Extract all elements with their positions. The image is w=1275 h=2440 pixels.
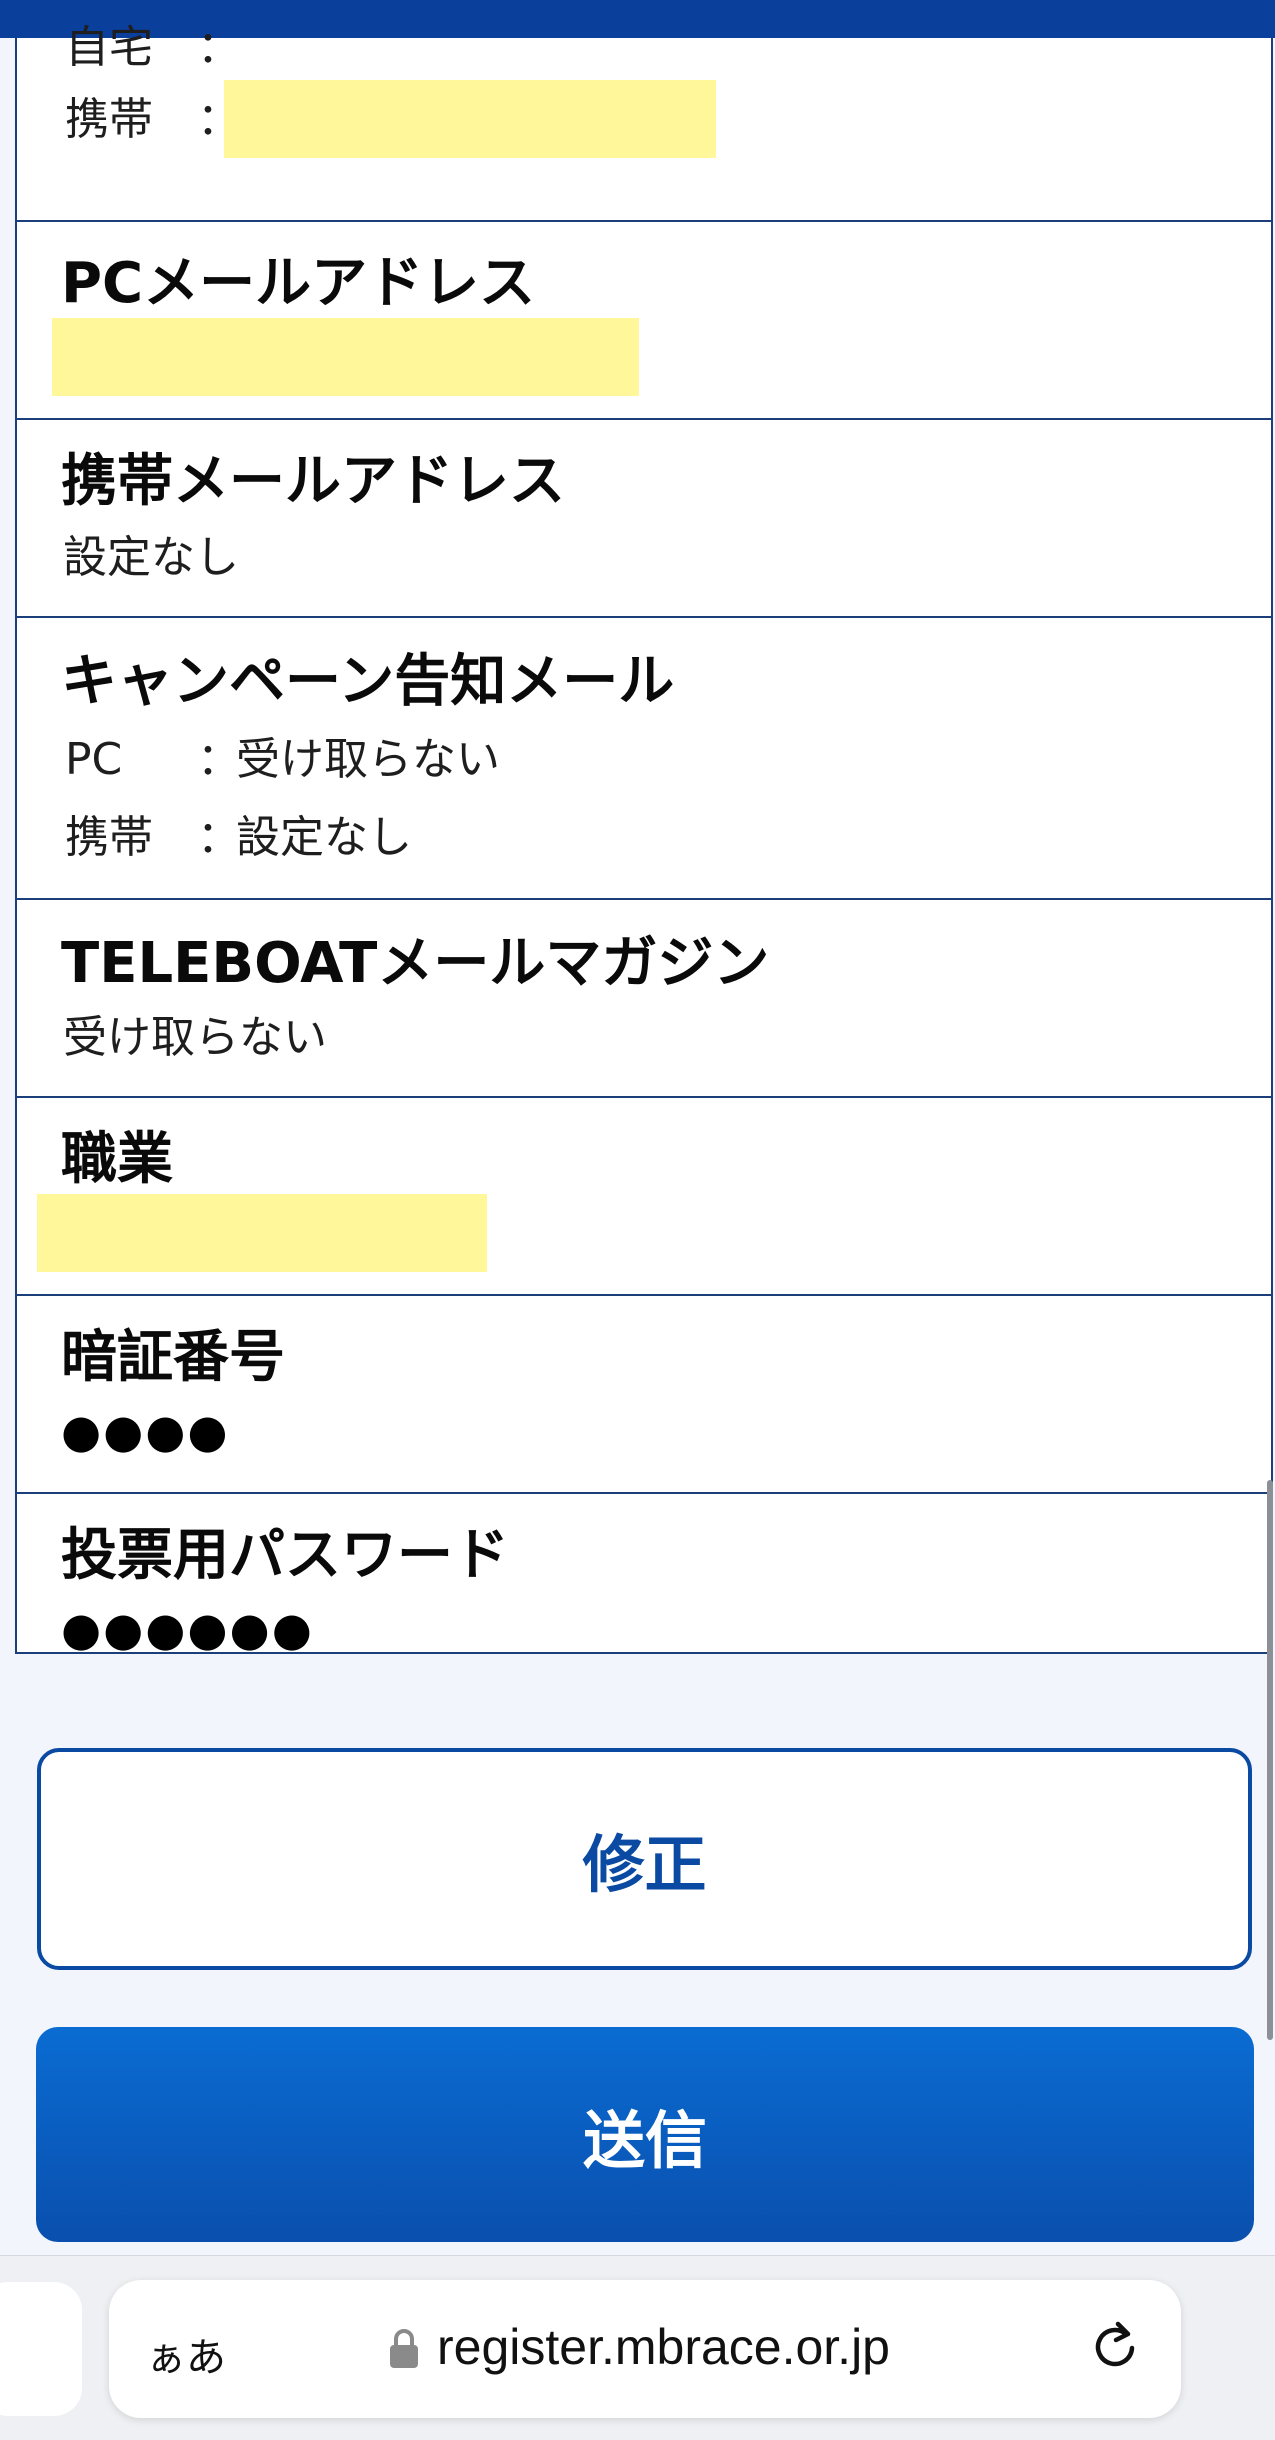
teleboat-magazine-value: 受け取らない bbox=[63, 1012, 327, 1063]
campaign-pc-label: PC bbox=[65, 734, 123, 785]
mobile-email-label: 携帯メールアドレス bbox=[61, 449, 565, 514]
campaign-mail-label: キャンペーン告知メール bbox=[61, 649, 675, 714]
mobile-phone-label: 携帯 bbox=[65, 94, 153, 145]
vote-password-label: 投票用パスワード bbox=[61, 1523, 509, 1588]
campaign-mobile-value: 設定なし bbox=[236, 812, 412, 863]
home-phone-colon: ： bbox=[197, 22, 241, 73]
teleboat-magazine-label: TELEBOATメールマガジン bbox=[61, 931, 770, 996]
edit-button[interactable]: 修正 bbox=[37, 1748, 1252, 1970]
mobile-phone-redacted bbox=[224, 80, 716, 158]
pc-email-redacted bbox=[52, 318, 639, 396]
url-text[interactable]: register.mbrace.or.jp bbox=[437, 2318, 890, 2376]
pin-label: 暗証番号 bbox=[61, 1325, 285, 1390]
campaign-mail-row: キャンペーン告知メール PC ： 受け取らない 携帯 ： 設定なし bbox=[17, 618, 1271, 900]
occupation-label: 職業 bbox=[61, 1127, 173, 1192]
pin-masked-value: ●●●● bbox=[61, 1404, 230, 1458]
text-size-button[interactable]: ぁあ bbox=[146, 2325, 226, 2383]
reload-icon[interactable] bbox=[1088, 2318, 1144, 2374]
home-phone-label: 自宅 bbox=[65, 22, 153, 73]
vote-password-row: 投票用パスワード ●●●●●● bbox=[17, 1494, 1271, 1654]
vote-password-masked-value: ●●●●●● bbox=[61, 1602, 314, 1656]
occupation-row: 職業 bbox=[17, 1098, 1271, 1296]
campaign-mobile-colon: ： bbox=[197, 812, 241, 863]
teleboat-magazine-row: TELEBOATメールマガジン 受け取らない bbox=[17, 900, 1271, 1098]
submit-button-label: 送信 bbox=[582, 2103, 707, 2177]
mobile-email-row: 携帯メールアドレス 設定なし bbox=[17, 420, 1271, 618]
lock-icon bbox=[390, 2329, 418, 2368]
campaign-pc-colon: ： bbox=[197, 734, 241, 785]
scrollbar[interactable] bbox=[1267, 1480, 1273, 2040]
mobile-email-value: 設定なし bbox=[63, 532, 239, 583]
pc-email-label: PCメールアドレス bbox=[61, 251, 536, 316]
phone-row: 自宅 ： 携帯 ： bbox=[17, 26, 1271, 222]
edit-button-label: 修正 bbox=[582, 1828, 707, 1901]
campaign-pc-value: 受け取らない bbox=[236, 734, 500, 785]
previous-tab-preview[interactable] bbox=[0, 2282, 82, 2416]
pc-email-row: PCメールアドレス bbox=[17, 222, 1271, 420]
confirmation-table: 自宅 ： 携帯 ： PCメールアドレス 携帯メールアドレス 設定なし キャンペー… bbox=[15, 26, 1273, 1654]
campaign-mobile-label: 携帯 bbox=[65, 812, 153, 863]
pin-row: 暗証番号 ●●●● bbox=[17, 1296, 1271, 1494]
top-header-bar bbox=[0, 0, 1275, 38]
submit-button[interactable]: 送信 bbox=[36, 2027, 1254, 2242]
occupation-redacted bbox=[37, 1194, 487, 1272]
